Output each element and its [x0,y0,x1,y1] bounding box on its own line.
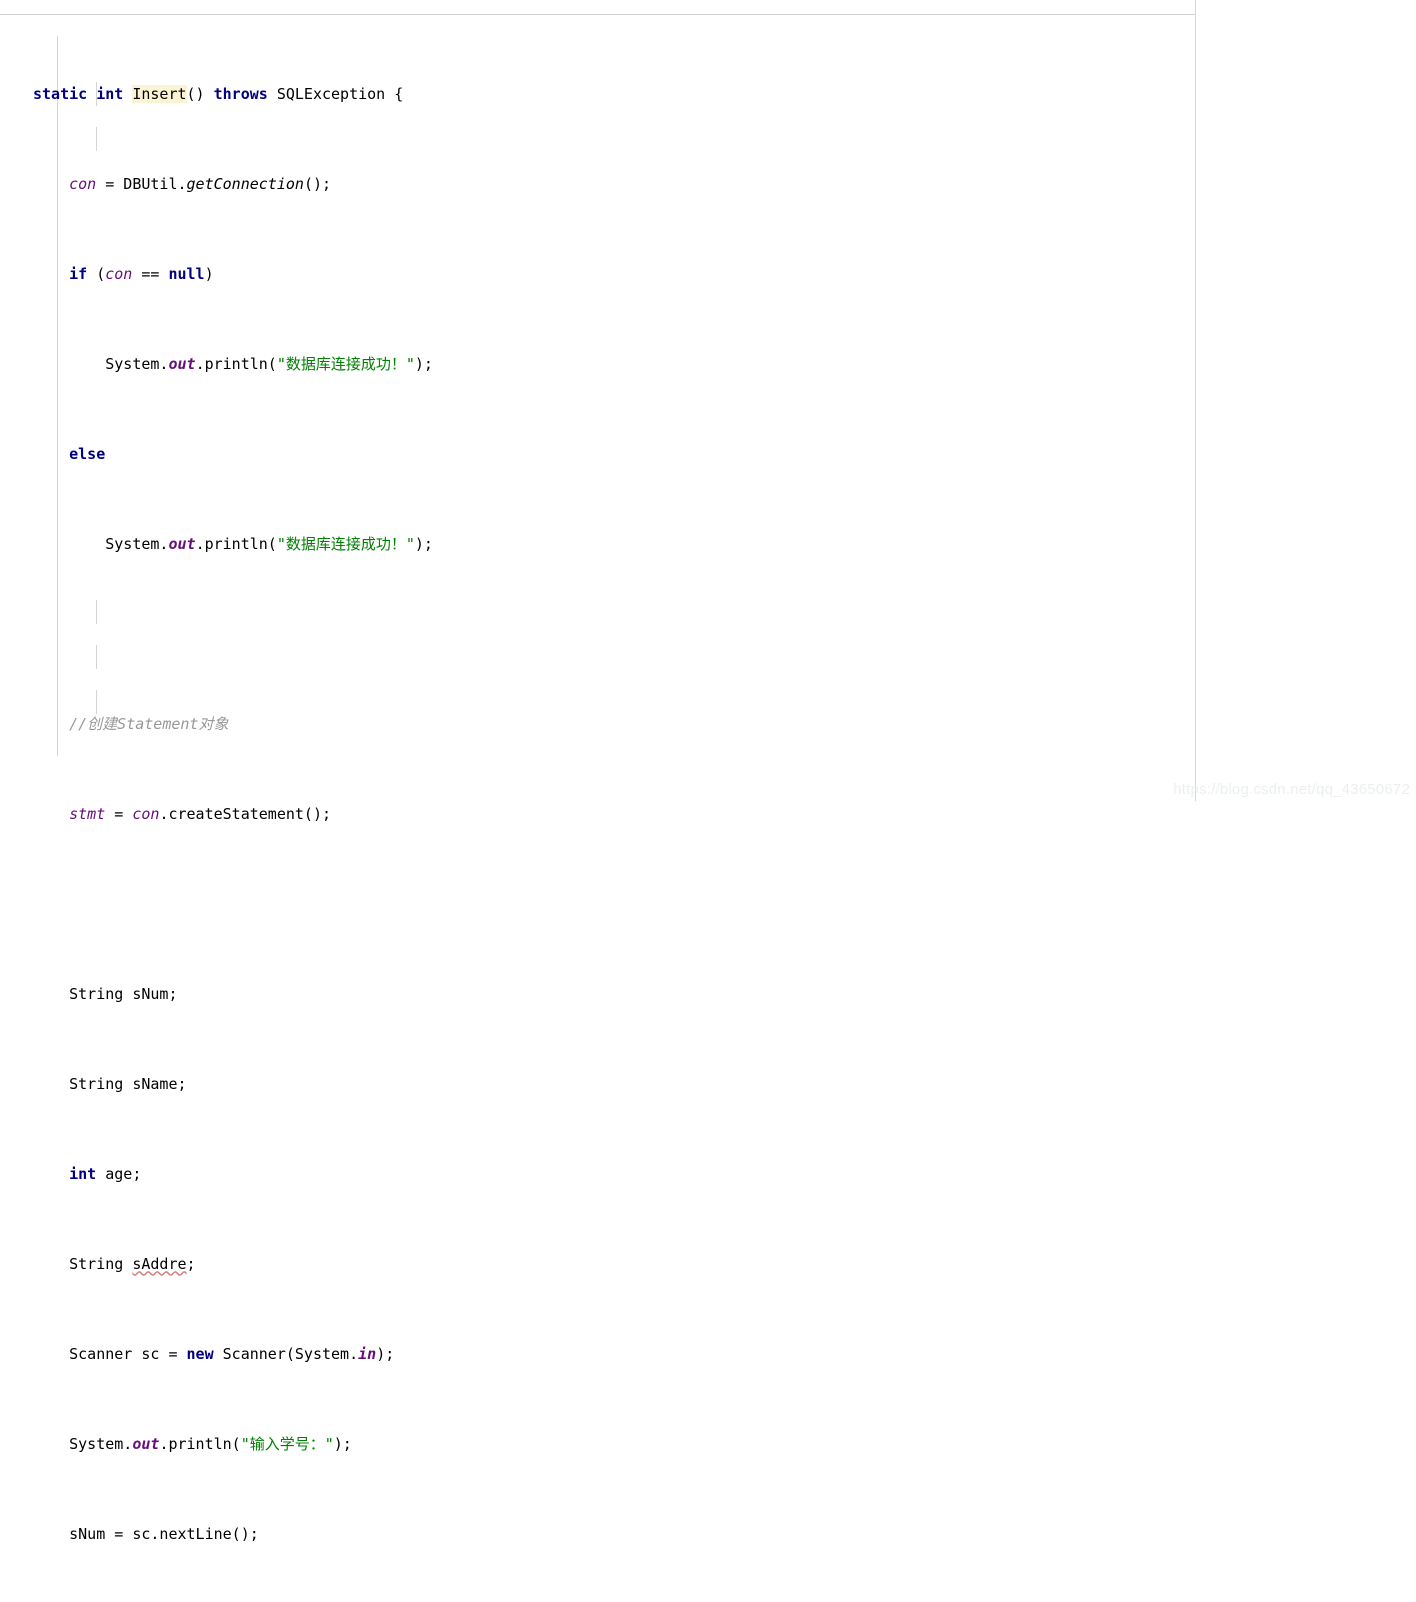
code-line[interactable]: int age; [33,1163,1270,1186]
code-line[interactable]: System.out.println("数据库连接成功！"); [33,533,1270,556]
code-line[interactable]: Scanner sc = new Scanner(System.in); [33,1343,1270,1366]
csdn-watermark: https://blog.csdn.net/qq_43650672 [1173,781,1410,798]
code-line-blank[interactable] [33,893,1270,916]
code-line[interactable]: System.out.println("输入学号："); [33,1433,1270,1456]
code-line[interactable]: con = DBUtil.getConnection(); [33,173,1270,196]
code-line[interactable]: else [33,443,1270,466]
code-content[interactable]: static int Insert() throws SQLException … [33,15,1270,1602]
code-line-blank[interactable] [33,623,1270,646]
code-line[interactable]: stmt = con.createStatement(); [33,803,1270,826]
code-line[interactable]: sNum = sc.nextLine(); [33,1523,1270,1546]
code-line[interactable]: String sNum; [33,983,1270,1006]
code-editor[interactable]: static int Insert() throws SQLException … [0,0,1416,1543]
code-line[interactable]: String sAddre; [33,1253,1270,1276]
code-line[interactable]: //创建Statement对象 [33,713,1270,736]
code-line[interactable]: static int Insert() throws SQLException … [33,83,1270,106]
code-line[interactable]: String sName; [33,1073,1270,1096]
code-line[interactable]: if (con == null) [33,263,1270,286]
code-line[interactable]: System.out.println("数据库连接成功！"); [33,353,1270,376]
